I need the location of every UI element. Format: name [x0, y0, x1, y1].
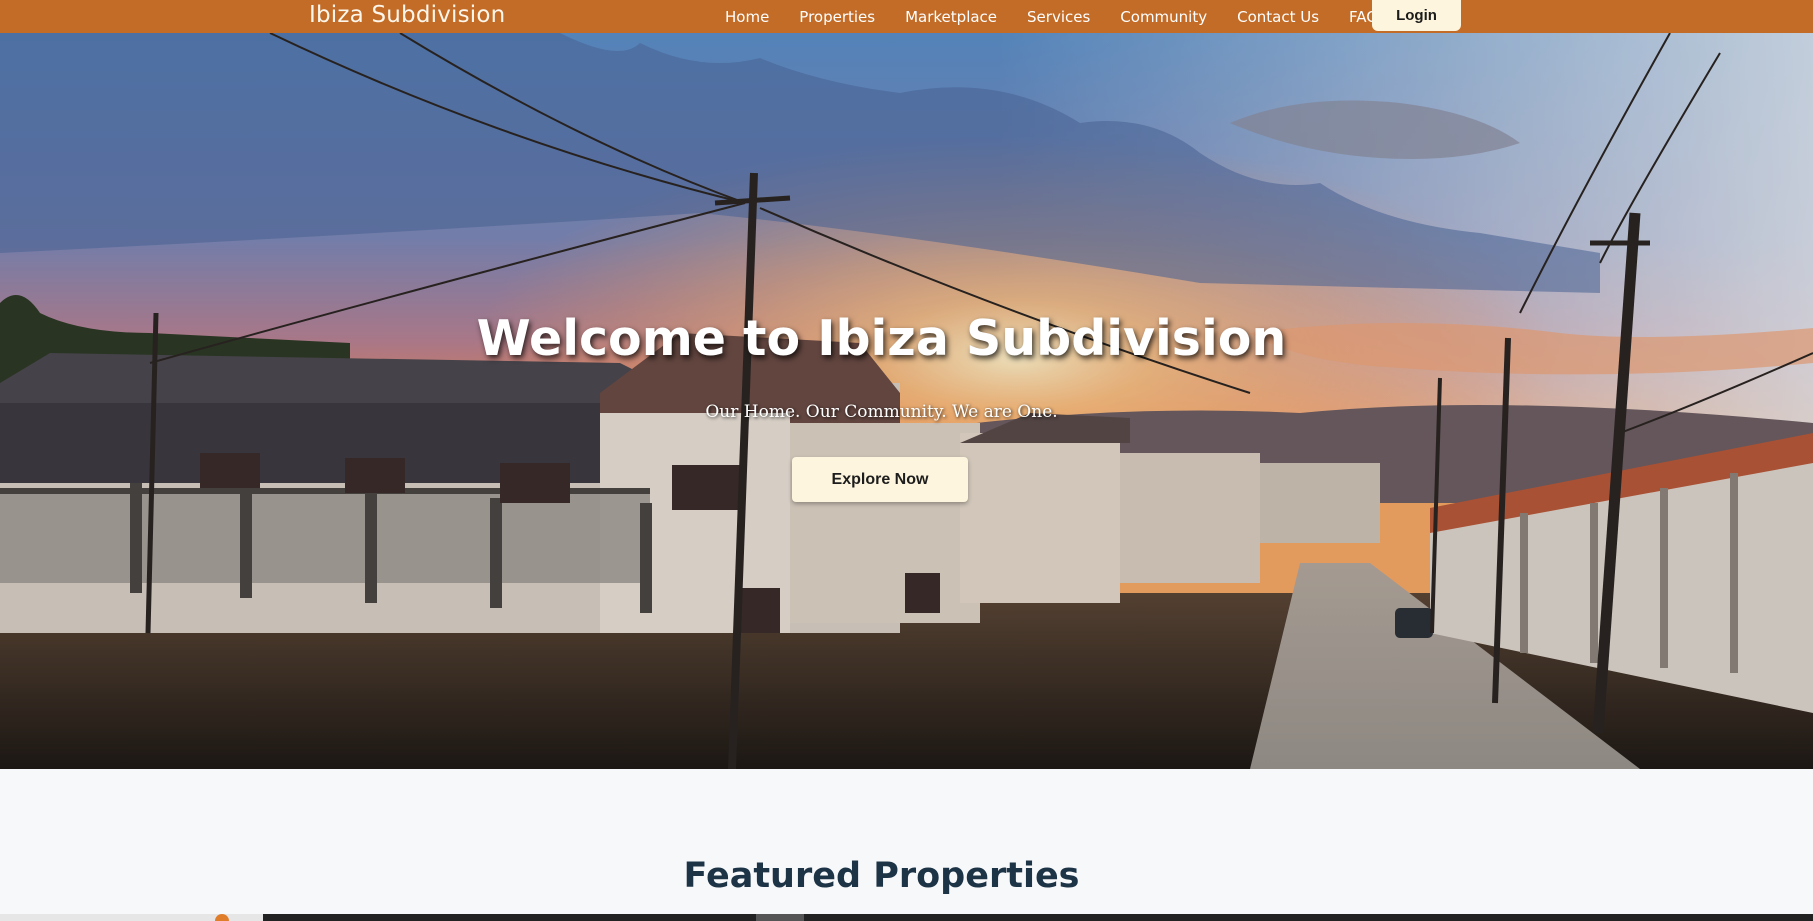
nav-community-link[interactable]: Community — [1105, 8, 1222, 26]
hero-banner: Welcome to Ibiza Subdivision Our Home. O… — [0, 33, 1813, 769]
nav-contact-link[interactable]: Contact Us — [1222, 8, 1334, 26]
navbar: Ibiza Subdivision Home Properties Market… — [0, 0, 1813, 33]
bottom-bar-tab[interactable] — [756, 914, 804, 921]
nav-services-link[interactable]: Services — [1012, 8, 1105, 26]
bottom-bar — [0, 914, 1813, 921]
hero-background-image — [0, 33, 1813, 769]
nav-properties-link[interactable]: Properties — [784, 8, 890, 26]
bottom-logo-icon — [215, 914, 229, 921]
brand-logo-text[interactable]: Ibiza Subdivision — [309, 2, 505, 28]
nav-home-link[interactable]: Home — [710, 8, 784, 26]
nav-marketplace-link[interactable]: Marketplace — [890, 8, 1012, 26]
login-button[interactable]: Login — [1372, 0, 1461, 31]
hero-title: Welcome to Ibiza Subdivision — [476, 310, 1287, 367]
explore-now-button[interactable]: Explore Now — [792, 457, 968, 502]
featured-properties-heading: Featured Properties — [683, 856, 1080, 896]
main-menu: Home Properties Marketplace Services Com… — [710, 0, 1401, 33]
hero-subtitle: Our Home. Our Community. We are One. — [705, 402, 1058, 422]
